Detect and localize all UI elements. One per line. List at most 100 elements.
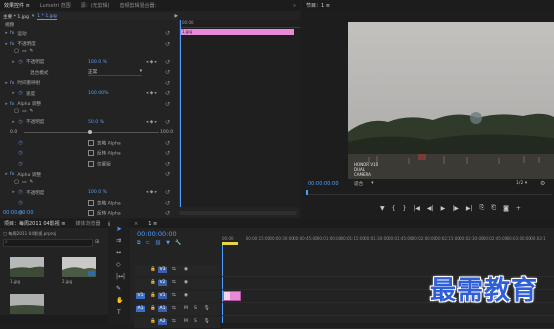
track-label[interactable]: V3 <box>158 267 167 273</box>
project-item-2[interactable]: 2.jpg <box>62 257 96 284</box>
mute-icon[interactable]: M <box>184 319 188 324</box>
effect-zoom-scrollbar[interactable] <box>179 211 297 215</box>
program-playhead[interactable] <box>306 190 308 195</box>
effect-row[interactable]: ◷ 忽略 Alpha ↺ <box>0 200 172 207</box>
checkbox[interactable]: 仅蒙版 <box>88 160 111 167</box>
reset-icon[interactable]: ↺ <box>165 140 170 147</box>
effect-row[interactable]: ▸ fx 运动 ↺ <box>0 30 172 37</box>
source-patch[interactable]: A1 <box>136 306 145 312</box>
effect-row[interactable]: ◷ 忽略 Alpha ↺ <box>0 140 172 147</box>
track-header[interactable]: A1 🔒 A1 ⇆ M S 🎙 <box>134 304 220 315</box>
solo-icon[interactable]: S <box>194 306 197 311</box>
param-value[interactable]: 100.0 % <box>88 60 107 65</box>
reset-icon[interactable]: ↺ <box>165 101 170 108</box>
track-select-tool-icon[interactable]: ⇉ <box>116 237 121 244</box>
new-bin-icon[interactable]: ⊞ <box>95 239 99 245</box>
close-icon[interactable]: × <box>134 221 138 227</box>
lock-icon[interactable]: 🔒 <box>150 293 156 298</box>
fit-dropdown[interactable]: 适合 ▾ <box>354 181 396 187</box>
tab-effect-controls[interactable]: 效果控件 ≡ <box>4 2 30 9</box>
timeline-playhead-head[interactable] <box>222 242 238 245</box>
checkbox[interactable]: 反转 Alpha <box>88 150 121 157</box>
mark-in-icon[interactable]: { <box>392 205 396 212</box>
export-frame-icon[interactable]: ◙ <box>503 205 509 212</box>
disclosure-triangle-icon[interactable]: ▸ <box>10 60 17 65</box>
disclosure-triangle-icon[interactable]: ▸ <box>3 102 10 107</box>
panel-menu-icon[interactable]: » <box>293 3 296 9</box>
effect-row[interactable]: ▸ fx Alpha 调整 ↺ <box>0 101 172 108</box>
slider-handle[interactable] <box>88 130 92 134</box>
project-item-1[interactable]: 1.jpg <box>10 257 44 284</box>
source-patch[interactable] <box>136 267 145 273</box>
sequence-clip-dropdown[interactable]: 1 * 1.jpg <box>37 14 57 20</box>
sync-lock-icon[interactable]: ⇆ <box>172 319 176 324</box>
effect-row[interactable]: ◷ 反转 Alpha ↺ <box>0 150 172 157</box>
effect-row[interactable]: ▸ fx 不透明度 ↺ <box>0 41 172 48</box>
tab-project[interactable]: 项目：每周2011 04影视 ≡ <box>4 220 65 227</box>
mini-playhead[interactable] <box>180 20 181 207</box>
reset-icon[interactable]: ↺ <box>165 161 170 168</box>
lock-icon[interactable]: 🔒 <box>150 267 156 272</box>
sync-lock-icon[interactable]: ⇆ <box>172 280 176 285</box>
reset-icon[interactable]: ↺ <box>165 200 170 207</box>
mic-icon[interactable]: 🎙 <box>204 319 210 324</box>
effect-row[interactable]: ▸ ◷ 不透明度 100.0 % ◂ ◆ ▸ ↺ <box>0 59 172 66</box>
wrench-icon[interactable]: ⚙ <box>540 180 545 187</box>
stopwatch-icon[interactable]: ◷ <box>17 150 24 157</box>
settings-icon[interactable]: 🔧 <box>175 240 181 246</box>
lock-icon[interactable]: 🔒 <box>150 280 156 285</box>
disclosure-triangle-icon[interactable]: ▸ <box>10 91 17 96</box>
mini-clip[interactable]: 1.jpg <box>180 29 294 35</box>
keyframe-nav[interactable]: ◂ ◆ ▸ <box>146 190 157 195</box>
stopwatch-icon[interactable]: ◷ <box>17 90 24 97</box>
rect-mask-icon[interactable]: ▭ <box>22 109 26 114</box>
reset-icon[interactable]: ↺ <box>165 30 170 37</box>
source-clip-dropdown[interactable]: 主要 * 1.jpg <box>3 14 29 20</box>
track-header[interactable]: 🔒 V3 ⇆ ◉ <box>134 265 220 276</box>
sync-lock-icon[interactable]: ⇆ <box>172 293 176 298</box>
ellipse-mask-icon[interactable]: ◯ <box>14 109 19 114</box>
timeline-clip-v1[interactable] <box>223 291 241 301</box>
solo-icon[interactable]: S <box>194 319 197 324</box>
play-only-icon[interactable]: ▶ <box>174 14 178 19</box>
disclosure-triangle-icon[interactable]: ▸ <box>3 81 10 86</box>
project-item-3[interactable] <box>10 294 44 314</box>
rect-mask-icon[interactable]: ▭ <box>22 49 26 54</box>
track-header[interactable]: 🔒 V2 ⇆ ◉ <box>134 278 220 289</box>
source-patch[interactable] <box>136 280 145 286</box>
disclosure-triangle-icon[interactable]: ▸ <box>3 172 10 177</box>
project-search-input[interactable]: ⌕ <box>3 239 93 247</box>
disclosure-triangle-icon[interactable]: ▸ <box>3 42 10 47</box>
selection-tool-icon[interactable]: ➤ <box>116 225 122 233</box>
reset-icon[interactable]: ↺ <box>165 150 170 157</box>
effect-row[interactable]: 0.0 100.0 <box>0 129 173 136</box>
ripple-edit-tool-icon[interactable]: ↔ <box>116 249 121 256</box>
track-header[interactable]: V1 🔒 V1 ⇆ ◉ <box>134 291 220 302</box>
disclosure-triangle-icon[interactable]: ▸ <box>3 31 10 36</box>
lock-icon[interactable]: 🔒 <box>150 306 156 311</box>
program-scrub-bar[interactable] <box>306 190 552 195</box>
checkbox[interactable]: 反转 Alpha <box>88 210 121 217</box>
play-icon[interactable]: ▶ <box>441 205 446 212</box>
param-value[interactable]: 100.00% <box>88 91 108 96</box>
snap-icon[interactable]: ⊂ <box>146 240 150 246</box>
eye-icon[interactable]: ◉ <box>184 293 188 298</box>
lock-icon[interactable]: 🔒 <box>150 319 156 324</box>
eye-icon[interactable]: ◉ <box>184 267 188 272</box>
eye-icon[interactable]: ◉ <box>184 280 188 285</box>
extract-icon[interactable]: ⎗ <box>491 204 496 212</box>
sync-lock-icon[interactable]: ⇆ <box>172 267 176 272</box>
effect-row[interactable]: ▸ ◷ 速度 100.00% ◂ ◆ ▸ ↺ <box>0 90 172 97</box>
effect-row[interactable]: ▸ ◷ 不透明度 50.0 % ◂ ◆ ▸ ↺ <box>0 119 172 126</box>
add-marker-icon[interactable]: ▼ <box>380 205 385 212</box>
track-lane[interactable] <box>222 317 554 329</box>
go-to-in-icon[interactable]: |◀ <box>413 205 420 212</box>
effect-timecode[interactable]: 00:00:00:00 <box>3 210 34 216</box>
linked-selection-icon[interactable]: ⛓ <box>155 240 161 246</box>
tab-lumetri-scopes[interactable]: Lumetri 范围 <box>40 2 71 9</box>
pen-tool-icon[interactable]: ✎ <box>116 285 121 292</box>
sync-lock-icon[interactable]: ⇆ <box>172 306 176 311</box>
source-patch[interactable] <box>136 319 145 325</box>
track-label[interactable]: V2 <box>158 280 167 286</box>
stopwatch-icon[interactable]: ◷ <box>17 161 24 168</box>
